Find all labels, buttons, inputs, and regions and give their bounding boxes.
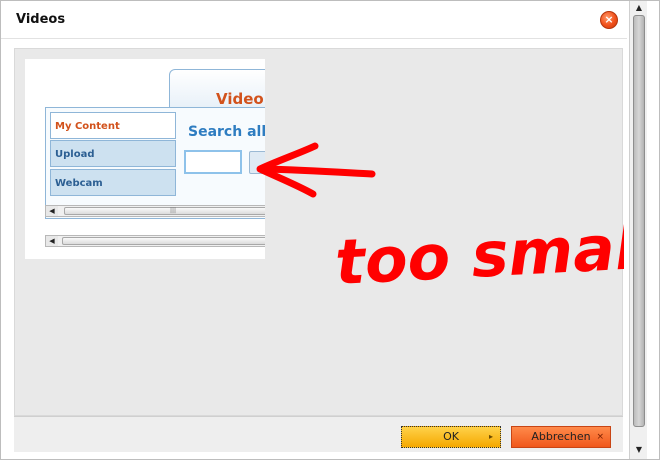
arrow-icon: [256, 142, 376, 198]
arrow-right-icon: ▸: [488, 432, 493, 441]
ok-button-label: OK: [443, 430, 459, 443]
vertical-scrollbar[interactable]: ▲ ▼: [629, 1, 647, 459]
close-icon: ×: [604, 13, 614, 26]
vertical-scroll-thumb[interactable]: [633, 15, 645, 427]
dialog-footer: OK ▸ Abbrechen ×: [14, 416, 623, 452]
ok-button[interactable]: OK ▸: [401, 426, 501, 448]
dialog-title-bar: Videos ×: [1, 1, 627, 39]
chevron-down-icon[interactable]: ▼: [632, 444, 646, 456]
cancel-button-label: Abbrechen: [531, 430, 591, 443]
red-annotation: too small: [256, 142, 624, 299]
close-icon: ×: [596, 432, 604, 442]
chevron-up-icon[interactable]: ▲: [632, 2, 646, 14]
annotation-text: too small: [333, 209, 624, 299]
dialog-content-area: Video My Content Upload Webcam Search al…: [14, 48, 624, 416]
dialog-title: Videos: [16, 12, 66, 27]
videos-dialog: Videos × Video My Content Upload Webcam …: [0, 0, 660, 460]
close-button[interactable]: ×: [600, 11, 618, 29]
cancel-button[interactable]: Abbrechen ×: [511, 426, 611, 448]
